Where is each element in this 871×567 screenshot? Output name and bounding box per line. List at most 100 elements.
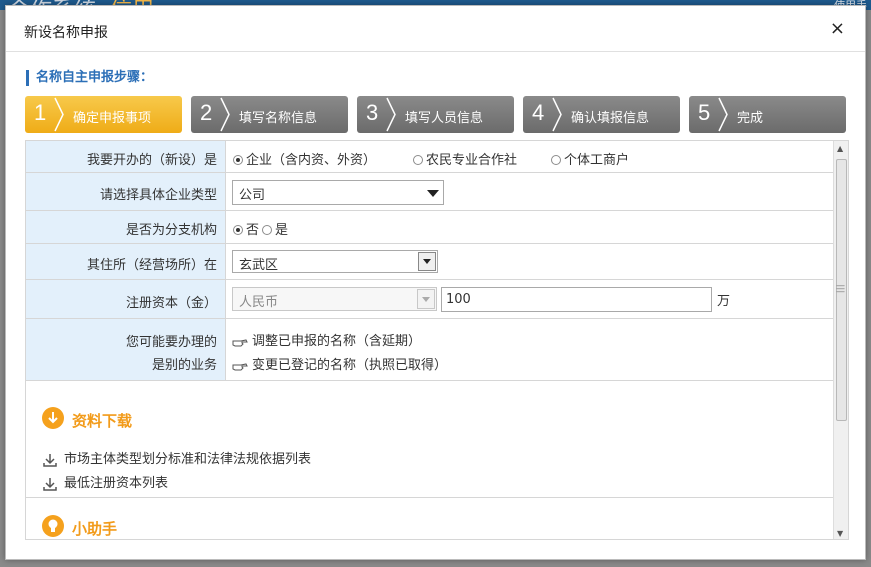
- step-label: 确定申报事项: [73, 111, 152, 126]
- radio-branch-yes[interactable]: 是: [262, 219, 288, 238]
- radio-unchecked-icon: [262, 224, 272, 235]
- link-label: 变更已登记的名称（执照已取得）: [252, 358, 448, 373]
- download-icon: [43, 453, 57, 467]
- download-circle-icon: [42, 407, 64, 429]
- form-row-company-type: 请选择具体企业类型 公司: [26, 173, 834, 211]
- other-business-label-line1: 您可能要办理的: [125, 335, 217, 350]
- currency-select[interactable]: 人民币: [232, 287, 437, 311]
- radio-label: 是: [275, 223, 289, 238]
- residence-value: 玄武区: [239, 258, 279, 273]
- residence-select[interactable]: 玄武区: [232, 250, 438, 273]
- radio-label: 企业（含内资、外资）: [246, 153, 377, 168]
- hand-pointer-icon: [232, 338, 248, 346]
- caret-down-icon: [417, 289, 435, 309]
- step-number: 3: [366, 100, 379, 125]
- radio-unchecked-icon: [413, 154, 423, 165]
- form-row-other-business: 您可能要办理的 是别的业务 调整已申报的名称（含延期） 变更已登记的名称（执照已…: [26, 319, 834, 381]
- step-2[interactable]: 2 填写名称信息: [191, 96, 348, 133]
- form-label: 注册资本（金）: [26, 280, 226, 318]
- caret-down-icon: [418, 252, 436, 271]
- form-label: 我要开办的（新设）是: [26, 141, 226, 172]
- step-number: 5: [698, 100, 711, 125]
- dialog-title: 新设名称申报: [24, 25, 108, 41]
- steps-bar: 1 确定申报事项 2 填写名称信息 3 填写人员信息 4 确认填报信息 5 完成: [25, 96, 847, 133]
- link-adjust-name[interactable]: 调整已申报的名称（含延期）: [232, 330, 421, 349]
- radio-enterprise[interactable]: 企业（含内资、外资）: [233, 149, 376, 168]
- form-label: 其住所（经营场所）在: [26, 244, 226, 279]
- step-5[interactable]: 5 完成: [689, 96, 846, 133]
- radio-label: 否: [246, 223, 260, 238]
- capital-unit: 万: [717, 294, 731, 309]
- downloads-section: 资料下载 市场主体类型划分标准和法律法规依据列表 最低注册资本列表: [26, 385, 834, 498]
- link-label: 调整已申报的名称（含延期）: [252, 334, 422, 349]
- company-type-select[interactable]: 公司: [232, 180, 444, 205]
- capital-amount-input[interactable]: 100: [441, 287, 712, 312]
- link-change-name[interactable]: 变更已登记的名称（执照已取得）: [232, 354, 447, 373]
- capital-amount-value: 100: [446, 292, 471, 307]
- radio-cooperative[interactable]: 农民专业合作社: [413, 149, 517, 168]
- currency-value: 人民币: [239, 295, 279, 310]
- form-value: 企业（含内资、外资） 农民专业合作社 个体工商户: [226, 141, 834, 172]
- scroll-up-icon[interactable]: ▲: [837, 144, 843, 153]
- scroll-down-icon[interactable]: ▼: [837, 529, 843, 538]
- chevron-right-icon: [386, 97, 396, 132]
- form-row-branch: 是否为分支机构 否 是: [26, 211, 834, 244]
- form-value: 玄武区: [226, 244, 834, 279]
- download-label: 最低注册资本列表: [64, 476, 169, 491]
- other-business-label-line2: 是别的业务: [151, 358, 217, 373]
- chevron-right-icon: [552, 97, 562, 132]
- step-number: 1: [34, 100, 47, 125]
- form-row-capital: 注册资本（金） 人民币 100 万: [26, 280, 834, 319]
- downloads-title: 资料下载: [72, 412, 133, 430]
- step-number: 2: [200, 100, 213, 125]
- download-label: 市场主体类型划分标准和法律法规依据列表: [64, 452, 312, 467]
- form-label: 请选择具体企业类型: [26, 173, 226, 210]
- form-value: 调整已申报的名称（含延期） 变更已登记的名称（执照已取得）: [226, 319, 834, 380]
- steps-heading: 名称自主申报步骤：: [26, 70, 153, 86]
- step-4[interactable]: 4 确认填报信息: [523, 96, 680, 133]
- chevron-right-icon: [220, 97, 230, 132]
- step-label: 完成: [737, 111, 764, 126]
- step-1[interactable]: 1 确定申报事项: [25, 96, 182, 133]
- chevron-right-icon: [54, 97, 64, 132]
- declaration-form: 我要开办的（新设）是 企业（含内资、外资） 农民专业合作社 个体工商户 请选择具…: [26, 141, 834, 381]
- download-icon: [43, 477, 57, 491]
- name-declaration-dialog: 新设名称申报 × 名称自主申报步骤： 1 确定申报事项 2 填写名称信息 3 填…: [5, 5, 866, 560]
- radio-label: 农民专业合作社: [426, 153, 518, 168]
- form-value: 公司: [226, 173, 834, 210]
- radio-branch-no[interactable]: 否: [233, 219, 259, 238]
- helper-title: 小助手: [72, 520, 118, 538]
- step-label: 填写人员信息: [405, 111, 484, 126]
- form-label: 是否为分支机构: [26, 211, 226, 243]
- download-item-min-capital[interactable]: 最低注册资本列表: [42, 472, 168, 491]
- content-scroll-area: 我要开办的（新设）是 企业（含内资、外资） 农民专业合作社 个体工商户 请选择具…: [25, 140, 849, 540]
- dialog-titlebar: 新设名称申报 ×: [6, 6, 865, 52]
- open-type-label: 我要开办的（新设）是: [86, 153, 217, 168]
- step-number: 4: [532, 100, 545, 125]
- helper-section: 小助手: [26, 498, 834, 539]
- form-row-open-type: 我要开办的（新设）是 企业（含内资、外资） 农民专业合作社 个体工商户: [26, 141, 834, 173]
- capital-label: 注册资本（金）: [125, 296, 217, 311]
- step-3[interactable]: 3 填写人员信息: [357, 96, 514, 133]
- residence-label: 其住所（经营场所）在: [86, 258, 217, 273]
- radio-label: 个体工商户: [564, 153, 630, 168]
- caret-down-icon: [427, 190, 439, 197]
- scrollbar-grip-icon: — — —: [836, 281, 845, 297]
- form-label: 您可能要办理的 是别的业务: [26, 319, 226, 380]
- radio-unchecked-icon: [551, 154, 561, 165]
- chevron-right-icon: [718, 97, 728, 132]
- company-type-label: 请选择具体企业类型: [99, 188, 217, 203]
- radio-checked-icon: [233, 224, 243, 235]
- close-icon[interactable]: ×: [830, 18, 845, 39]
- hand-pointer-icon: [232, 362, 248, 370]
- form-value: 否 是: [226, 211, 834, 243]
- step-label: 填写名称信息: [239, 111, 318, 126]
- branch-label: 是否为分支机构: [125, 223, 217, 238]
- vertical-scrollbar[interactable]: ▲ — — — ▼: [833, 141, 848, 539]
- radio-checked-icon: [233, 154, 243, 165]
- radio-individual[interactable]: 个体工商户: [551, 149, 629, 168]
- form-value: 人民币 100 万: [226, 280, 834, 318]
- download-item-classification[interactable]: 市场主体类型划分标准和法律法规依据列表: [42, 448, 311, 467]
- form-row-residence: 其住所（经营场所）在 玄武区: [26, 244, 834, 280]
- company-type-value: 公司: [239, 188, 266, 203]
